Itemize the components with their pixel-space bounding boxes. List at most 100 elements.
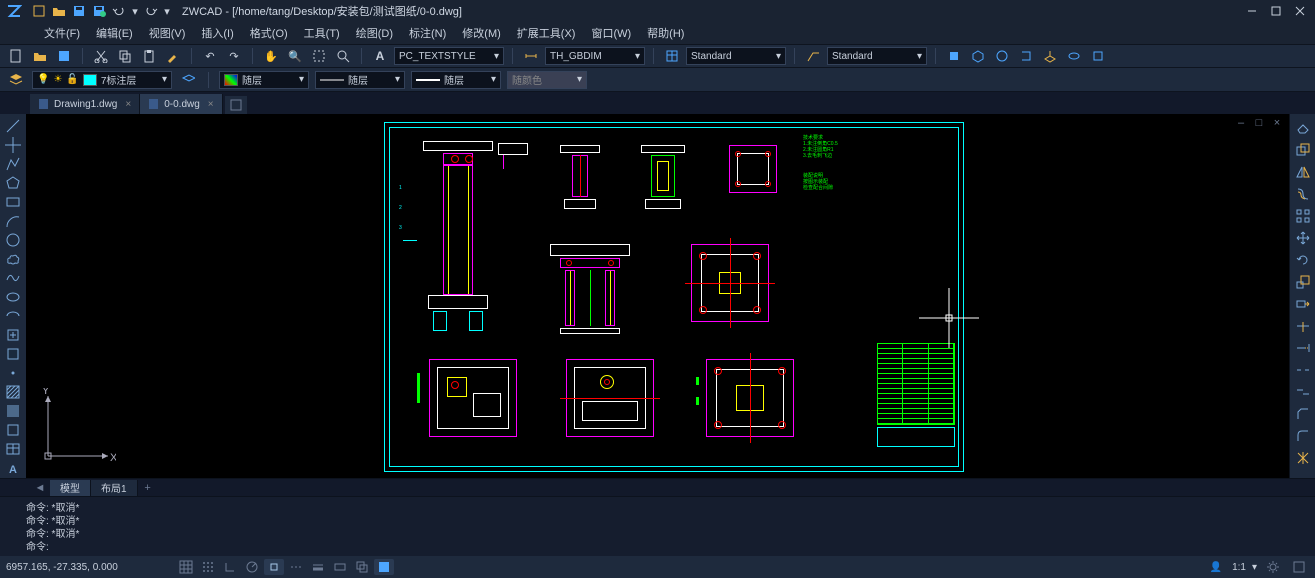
close-button[interactable]	[1289, 3, 1311, 19]
layout-tab-model[interactable]: 模型	[50, 480, 91, 496]
document-tab[interactable]: 0-0.dwg ×	[140, 94, 222, 114]
coordinate-readout[interactable]: 6957.165, -27.335, 0.000	[6, 562, 176, 573]
menu-tools[interactable]: 工具(T)	[296, 23, 348, 43]
qat-open-icon[interactable]	[50, 3, 68, 19]
command-prompt[interactable]: 命令:	[26, 538, 1307, 553]
textstyle-combo[interactable]: PC_TEXTSTYLE ▾	[394, 47, 504, 65]
zoom-previous-icon[interactable]	[333, 47, 353, 65]
minimize-button[interactable]	[1241, 3, 1263, 19]
viewport-minimize-icon[interactable]: –	[1233, 116, 1249, 130]
close-tab-icon[interactable]: ×	[208, 99, 214, 110]
rotate-tool-icon[interactable]	[1293, 250, 1313, 270]
layer-previous-icon[interactable]	[178, 71, 198, 89]
explode-tool-icon[interactable]	[1293, 448, 1313, 468]
lwt-icon[interactable]	[308, 559, 328, 575]
plotstyle-combo[interactable]: 随颜色 ▾	[507, 71, 587, 89]
mirror-tool-icon[interactable]	[1293, 162, 1313, 182]
table-tool-icon[interactable]	[3, 440, 23, 457]
qat-redo-dropdown-icon[interactable]: ▾	[162, 3, 172, 19]
lineweight-combo[interactable]: 随层 ▾	[411, 71, 501, 89]
new-file-icon[interactable]	[6, 47, 26, 65]
erase-tool-icon[interactable]	[1293, 118, 1313, 138]
offset-tool-icon[interactable]	[1293, 184, 1313, 204]
viewport-close-icon[interactable]: ×	[1269, 116, 1285, 130]
trim-tool-icon[interactable]	[1293, 316, 1313, 336]
menu-modify[interactable]: 修改(M)	[454, 23, 509, 43]
menu-help[interactable]: 帮助(H)	[639, 23, 692, 43]
undo-icon[interactable]: ↶	[200, 47, 220, 65]
qat-save-icon[interactable]	[70, 3, 88, 19]
match-props-icon[interactable]	[163, 47, 183, 65]
dimstyle-combo[interactable]: TH_GBDIM ▾	[545, 47, 645, 65]
hatch-tool-icon[interactable]	[3, 383, 23, 400]
pan-icon[interactable]: ✋	[261, 47, 281, 65]
drawing-canvas[interactable]: – □ × 1 2	[26, 114, 1289, 478]
extend-tool-icon[interactable]	[1293, 338, 1313, 358]
cut-icon[interactable]	[91, 47, 111, 65]
save-file-icon[interactable]	[54, 47, 74, 65]
paste-icon[interactable]	[139, 47, 159, 65]
mleaderstyle-combo[interactable]: Standard ▾	[827, 47, 927, 65]
open-file-icon[interactable]	[30, 47, 50, 65]
break-tool-icon[interactable]	[1293, 360, 1313, 380]
spline-tool-icon[interactable]	[3, 270, 23, 287]
expand-icon[interactable]	[1289, 559, 1309, 575]
join-tool-icon[interactable]	[1293, 382, 1313, 402]
model-space-icon[interactable]	[374, 559, 394, 575]
mtext-tool-icon[interactable]: A	[3, 461, 23, 478]
ellipsearc-tool-icon[interactable]	[3, 308, 23, 325]
layout-nav-icon[interactable]: ◄	[30, 481, 50, 495]
arc-tool-icon[interactable]	[3, 213, 23, 230]
chevron-down-icon[interactable]: ▾	[1252, 562, 1257, 573]
command-window[interactable]: 命令: *取消* 命令: *取消* 命令: *取消* 命令:	[0, 496, 1315, 556]
copy-tool-icon[interactable]	[1293, 140, 1313, 160]
gradient-tool-icon[interactable]	[3, 402, 23, 419]
document-tab[interactable]: Drawing1.dwg ×	[30, 94, 140, 114]
menu-edit[interactable]: 编辑(E)	[88, 23, 141, 43]
cycle-icon[interactable]	[352, 559, 372, 575]
menu-dimension[interactable]: 标注(N)	[401, 23, 454, 43]
polar-icon[interactable]	[242, 559, 262, 575]
menu-insert[interactable]: 插入(I)	[193, 23, 241, 43]
layer-combo[interactable]: 💡 ☀ 🔓 7标注层 ▾	[32, 71, 172, 89]
osnap-icon[interactable]	[264, 559, 284, 575]
view-iso-icon[interactable]	[968, 47, 988, 65]
view-orbit-icon[interactable]	[1064, 47, 1084, 65]
snap-grid-icon[interactable]	[176, 559, 196, 575]
polygon-tool-icon[interactable]	[3, 175, 23, 192]
qat-undo-icon[interactable]	[110, 3, 128, 19]
color-combo[interactable]: 随层 ▾	[219, 71, 309, 89]
stretch-tool-icon[interactable]	[1293, 294, 1313, 314]
region-tool-icon[interactable]	[3, 421, 23, 438]
layout-tab-1[interactable]: 布局1	[91, 480, 138, 496]
add-layout-button[interactable]: +	[138, 481, 158, 495]
menu-view[interactable]: 视图(V)	[141, 23, 194, 43]
view-side-icon[interactable]	[1016, 47, 1036, 65]
zoom-window-icon[interactable]	[309, 47, 329, 65]
menu-format[interactable]: 格式(O)	[242, 23, 296, 43]
layer-manager-icon[interactable]	[6, 71, 26, 89]
tablestyle-combo[interactable]: Standard ▾	[686, 47, 786, 65]
scale-tool-icon[interactable]	[1293, 272, 1313, 292]
mleaderstyle-icon[interactable]	[803, 47, 823, 65]
menu-express[interactable]: 扩展工具(X)	[509, 23, 584, 43]
qat-undo-dropdown-icon[interactable]: ▾	[130, 3, 140, 19]
rectangle-tool-icon[interactable]	[3, 194, 23, 211]
polyline-tool-icon[interactable]	[3, 156, 23, 173]
array-tool-icon[interactable]	[1293, 206, 1313, 226]
otrack-icon[interactable]	[286, 559, 306, 575]
circle-tool-icon[interactable]	[3, 232, 23, 249]
viewport-maximize-icon[interactable]: □	[1251, 116, 1267, 130]
menu-file[interactable]: 文件(F)	[36, 23, 88, 43]
new-document-tab-button[interactable]	[225, 96, 247, 114]
zoom-level[interactable]: 1:1	[1232, 562, 1246, 573]
dimstyle-icon[interactable]	[521, 47, 541, 65]
grid-display-icon[interactable]	[198, 559, 218, 575]
menu-draw[interactable]: 绘图(D)	[348, 23, 401, 43]
tablestyle-icon[interactable]	[662, 47, 682, 65]
line-tool-icon[interactable]	[3, 118, 23, 135]
gear-icon[interactable]	[1263, 559, 1283, 575]
move-tool-icon[interactable]	[1293, 228, 1313, 248]
view-wire-icon[interactable]	[1088, 47, 1108, 65]
view-top-icon[interactable]	[992, 47, 1012, 65]
